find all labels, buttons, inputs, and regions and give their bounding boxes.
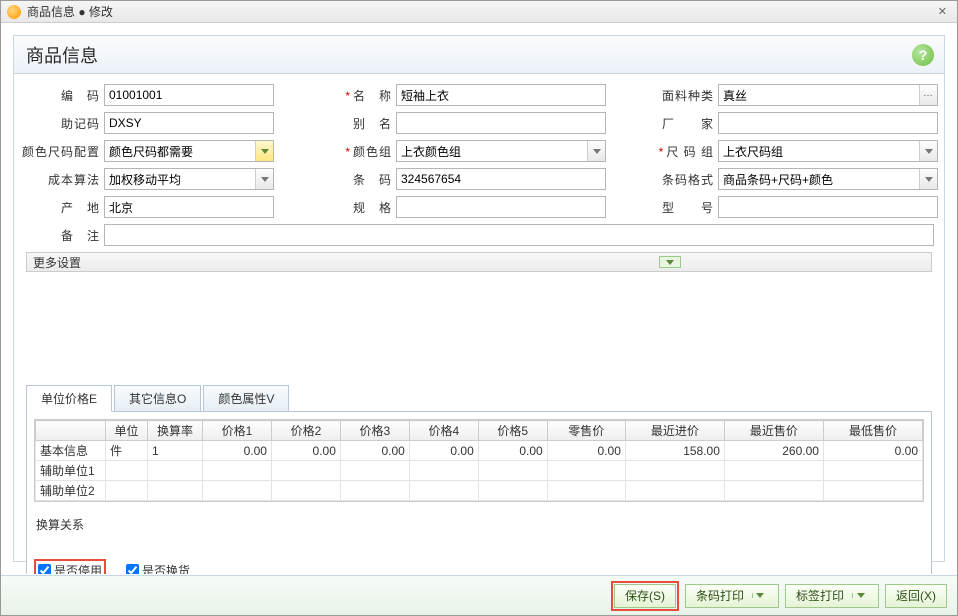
tabs-area: 单位价格E 其它信息O 颜色属性V 单位 换算率 价格1 价格2 [26,384,932,574]
more-settings-bar[interactable]: 更多设置 [26,252,932,272]
chevron-down-icon[interactable] [919,141,937,161]
tab-color-attr[interactable]: 颜色属性V [203,385,289,412]
tab-body: 单位 换算率 价格1 价格2 价格3 价格4 价格5 零售价 最近进价 最近售价 [26,411,932,574]
label-costalg: 成本算法 [22,171,104,188]
price-grid: 单位 换算率 价格1 价格2 价格3 价格4 价格5 零售价 最近进价 最近售价 [34,419,924,502]
table-row[interactable]: 辅助单位1 [36,461,923,481]
more-icon[interactable]: … [919,85,937,105]
content: 商品信息 ? 编 码 *名 称 面料种类 [1,23,957,574]
sizegroup-select[interactable] [718,140,938,162]
chevron-down-icon[interactable] [752,593,768,598]
save-button-highlight: 保存(S) [611,581,679,611]
checkbox-row: 是否停用 是否换货 [34,559,924,574]
label-origin: 产 地 [22,199,104,216]
label-remark: 备 注 [22,227,104,244]
label-factory: 厂 家 [636,115,718,132]
barcodefmt-select[interactable] [718,168,938,190]
bottom-bar: 保存(S) 条码打印 标签打印 返回(X) [1,575,957,615]
print-barcode-button[interactable]: 条码打印 [685,584,779,608]
colorgroup-select[interactable] [396,140,606,162]
label-sizegroup: *尺 码 组 [636,143,718,160]
colorcfg-select[interactable] [104,140,274,162]
exchange-checkbox[interactable]: 是否换货 [126,562,190,574]
chevron-down-icon[interactable] [852,593,868,598]
label-material: 面料种类 [636,87,718,104]
tab-other-info[interactable]: 其它信息O [114,385,201,412]
col-rate: 换算率 [148,421,203,441]
costalg-select[interactable] [104,168,274,190]
mnemonic-input[interactable] [104,112,274,134]
exchange-checkbox-input[interactable] [126,564,139,574]
table-row[interactable]: 基本信息 件 1 0.00 0.00 0.00 0.00 0.00 0.00 1… [36,441,923,461]
col-p2: 价格2 [271,421,340,441]
col-lastout: 最近售价 [724,421,823,441]
chevron-down-icon[interactable] [255,169,273,189]
name-input[interactable] [396,84,606,106]
col-p1: 价格1 [203,421,272,441]
col-retail: 零售价 [547,421,625,441]
form-area: 编 码 *名 称 面料种类 … [14,74,944,272]
tabs-header: 单位价格E 其它信息O 颜色属性V [26,385,932,412]
print-label-button[interactable]: 标签打印 [785,584,879,608]
factory-input[interactable] [718,112,938,134]
chevron-down-icon[interactable] [919,169,937,189]
label-name: *名 称 [314,87,396,104]
disabled-checkbox[interactable]: 是否停用 [38,562,102,574]
label-colorgroup: *颜色组 [314,143,396,160]
chevron-down-icon[interactable] [587,141,605,161]
expand-icon[interactable] [659,256,681,268]
spec-input[interactable] [396,196,606,218]
col-p4: 价格4 [409,421,478,441]
close-icon[interactable]: ✕ [934,5,951,18]
panel-header: 商品信息 ? [14,36,944,74]
label-code: 编 码 [22,87,104,104]
label-spec: 规 格 [314,199,396,216]
label-colorcfg: 颜色尺码配置 [22,143,104,160]
page-title: 商品信息 [26,42,98,68]
model-input[interactable] [718,196,938,218]
tab-unit-price[interactable]: 单位价格E [26,385,112,412]
titlebar: 商品信息 ● 修改 ✕ [1,1,957,23]
col-rowlabel [36,421,106,441]
origin-input[interactable] [104,196,274,218]
alias-input[interactable] [396,112,606,134]
label-mnemonic: 助记码 [22,115,104,132]
col-p5: 价格5 [478,421,547,441]
label-barcode: 条 码 [314,171,396,188]
main-panel: 商品信息 ? 编 码 *名 称 面料种类 [13,35,945,562]
chevron-down-icon[interactable] [255,141,273,161]
conversion-label: 换算关系 [34,512,924,537]
material-input[interactable] [718,84,938,106]
app-icon [7,5,21,19]
edit-product-window: 商品信息 ● 修改 ✕ 商品信息 ? 编 码 *名 称 [0,0,958,616]
table-row[interactable]: 辅助单位2 [36,481,923,501]
grid-header-row: 单位 换算率 价格1 价格2 价格3 价格4 价格5 零售价 最近进价 最近售价 [36,421,923,441]
disabled-checkbox-highlight: 是否停用 [34,559,106,574]
label-alias: 别 名 [314,115,396,132]
label-model: 型 号 [636,199,718,216]
more-settings-label: 更多设置 [33,254,81,271]
col-lastin: 最近进价 [625,421,724,441]
col-p3: 价格3 [340,421,409,441]
label-barcodefmt: 条码格式 [636,171,718,188]
barcode-input[interactable] [396,168,606,190]
col-unit: 单位 [106,421,148,441]
back-button[interactable]: 返回(X) [885,584,947,608]
col-minout: 最低售价 [823,421,922,441]
disabled-checkbox-input[interactable] [38,564,51,574]
help-icon[interactable]: ? [912,44,934,66]
remark-input[interactable] [104,224,934,246]
window-title: 商品信息 ● 修改 [27,3,934,20]
save-button[interactable]: 保存(S) [614,584,676,608]
code-input[interactable] [104,84,274,106]
